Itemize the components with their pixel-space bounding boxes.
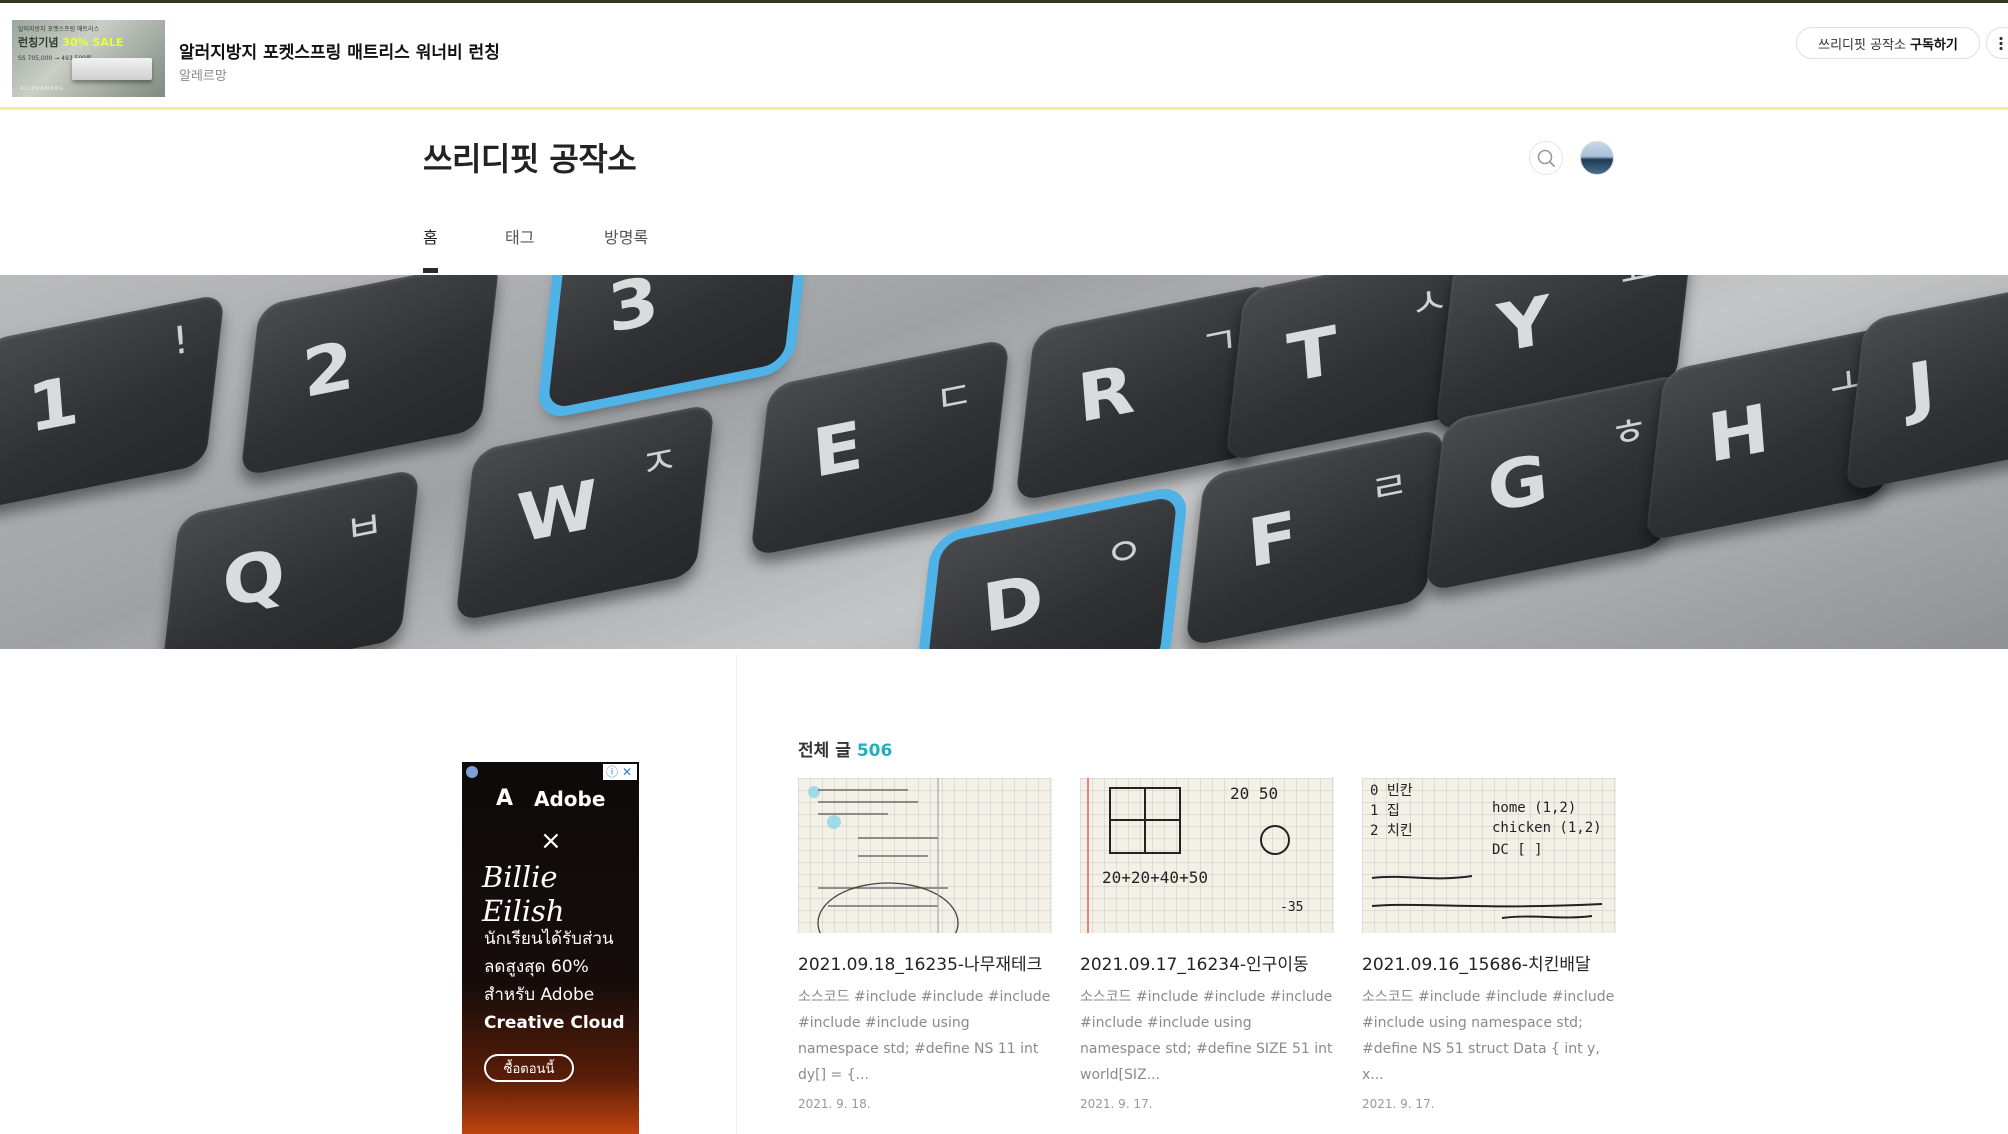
- key-1: 1!: [0, 293, 225, 512]
- post-date: 2021. 9. 17.: [1080, 1097, 1153, 1111]
- all-posts-label: 전체 글: [798, 741, 851, 761]
- adobe-logo-icon: A: [496, 786, 514, 811]
- nav-guestbook[interactable]: 방명록: [604, 224, 648, 274]
- header-banner-image: 1! 2 3 Qㅂ Wㅈ Eㄷ Rㄱ Tㅅ Yㅛ Dㅇ Fㄹ Gㅎ Hㅗ Jㅓ: [0, 275, 2008, 649]
- ad-advertiser[interactable]: 알레르망: [179, 65, 227, 84]
- note-text: 20 50: [1230, 784, 1279, 803]
- key-q: Qㅂ: [160, 468, 420, 649]
- search-button[interactable]: [1529, 141, 1563, 175]
- avatar[interactable]: [1580, 141, 1614, 175]
- post-date: 2021. 9. 18.: [798, 1097, 871, 1111]
- collab-x-mark: ×: [540, 826, 562, 856]
- ad-thumb-brand: ALLERAMANG: [20, 86, 65, 92]
- post-title[interactable]: 2021.09.16_15686-치킨배달: [1362, 950, 1616, 975]
- adchoices[interactable]: ⓘ ✕: [603, 764, 637, 780]
- notes-sketch: [1371, 875, 1603, 919]
- post-excerpt: 소스코드 #include #include #include #include…: [1080, 989, 1333, 1083]
- mattress-image: [72, 58, 152, 80]
- post-thumbnail[interactable]: [798, 778, 1052, 933]
- key-3: 3: [536, 275, 814, 423]
- subscribe-action: 구독하기: [1910, 37, 1958, 53]
- ad-title[interactable]: 알러지방지 포켓스프링 매트리스 워너비 런칭: [179, 38, 500, 63]
- ad-close-icon[interactable]: ✕: [622, 764, 632, 780]
- top-ad-banner[interactable]: 알러지방지 포켓스프링 매트리스 런칭기념 30% SALE SS 705,00…: [0, 0, 2008, 110]
- ad-promo-text: นักเรียนได้รับส่วน ลดสูงสุด 60% สำหรับ A…: [484, 929, 625, 1033]
- sidebar-divider: [736, 655, 737, 1134]
- kebab-menu-icon: [1999, 36, 2003, 50]
- subscribe-button[interactable]: 쓰리디핏 공작소 구독하기: [1796, 27, 1980, 59]
- sidebar-ad[interactable]: ⓘ ✕ A Adobe × Billie Eilish นักเรียนได้ร…: [462, 762, 639, 1134]
- note-text: 20+20+40+50: [1102, 868, 1208, 887]
- subscribe-blog-name: 쓰리디핏 공작소: [1818, 37, 1906, 53]
- post-date: 2021. 9. 17.: [1362, 1097, 1435, 1111]
- ad-thumb-caption: 알러지방지 포켓스프링 매트리스: [18, 26, 100, 33]
- key-2: 2: [240, 275, 500, 477]
- ad-thumbnail[interactable]: 알러지방지 포켓스프링 매트리스 런칭기념 30% SALE SS 705,00…: [12, 20, 165, 97]
- post-title[interactable]: 2021.09.17_16234-인구이동: [1080, 950, 1334, 975]
- post-card[interactable]: 0 빈칸 1 집 2 치킨 home (1,2) chicken (1,2) D…: [1362, 778, 1616, 1111]
- menu-button[interactable]: [1986, 27, 2008, 59]
- notes-sketch: [808, 778, 959, 933]
- ad-buy-button[interactable]: ซื้อตอนนี้: [484, 1054, 574, 1082]
- post-card[interactable]: 20 50 20+20+40+50 -35 2021.09.17_16234-인…: [1080, 778, 1334, 1111]
- nav-tag[interactable]: 태그: [505, 224, 534, 274]
- ad-artist: Billie Eilish: [482, 860, 565, 928]
- post-thumbnail[interactable]: 20 50 20+20+40+50 -35: [1080, 778, 1334, 933]
- post-card[interactable]: 2021.09.18_16235-나무재테크 소스코드 #include #in…: [798, 778, 1052, 1111]
- post-thumbnail[interactable]: 0 빈칸 1 집 2 치킨 home (1,2) chicken (1,2) D…: [1362, 778, 1616, 933]
- blog-title[interactable]: 쓰리디핏 공작소: [423, 134, 637, 180]
- adchoices-info-icon[interactable]: ⓘ: [606, 764, 618, 780]
- ad-shield-icon: [466, 766, 478, 778]
- search-icon: [1537, 149, 1555, 167]
- key-w: Wㅈ: [455, 403, 715, 622]
- post-title[interactable]: 2021.09.18_16235-나무재테크: [798, 950, 1052, 975]
- note-text: -35: [1280, 900, 1304, 915]
- key-e: Eㄷ: [750, 338, 1010, 557]
- ad-thumb-promo: 런칭기념 30% SALE: [18, 36, 124, 49]
- ad-brand: Adobe: [534, 787, 606, 811]
- key-f: Fㄹ: [1185, 428, 1445, 647]
- post-count: 506: [856, 741, 893, 761]
- post-excerpt: 소스코드 #include #include #include #include…: [1362, 989, 1615, 1083]
- key-d: Dㅇ: [911, 482, 1189, 649]
- all-posts-header: 전체 글 506: [798, 736, 892, 761]
- post-excerpt: 소스코드 #include #include #include #include…: [798, 989, 1051, 1083]
- nav-home[interactable]: 홈: [423, 224, 438, 274]
- key-j: Jㅓ: [1845, 275, 2008, 492]
